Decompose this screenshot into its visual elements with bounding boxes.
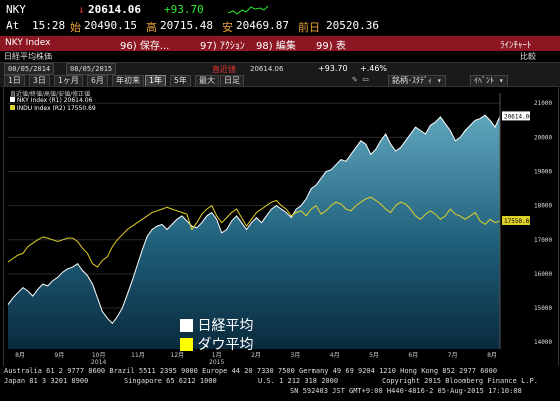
footer-line1: Australia 61 2 9777 8600 Brazil 5511 239… [4,367,498,375]
y-tick-label: 18000 [534,203,552,210]
y-tick-label: 15000 [534,305,552,312]
x-tick-label: 6月 [408,352,418,359]
x-tick-label: 9月 [54,352,64,359]
footer: Australia 61 2 9777 8600 Brazil 5511 239… [0,366,560,401]
tab-strip: 日経平均株価 比較 [0,51,560,62]
chart-svg: 14000 15000 16000 17000 18000 19000 20000 21000… [7,93,552,366]
low-label: 安 [222,21,233,34]
footer-japan: Japan 81 3 3201 8900 [4,377,89,385]
low-value: 20469.87 [236,19,289,32]
price-chart[interactable]: 14000 15000 16000 17000 18000 19000 20000 21000… [3,86,559,368]
period-selector: 1日 3日 1ヶ月 6月 年初来 1年 5年 最大 日足 [4,75,264,87]
draw-tools-icon[interactable]: ✎ ▭ [352,75,368,85]
save-button[interactable]: 96) 保存... [120,37,169,52]
x-tick-label: 7月 [448,352,458,359]
table-menu[interactable]: 99) 表 [316,37,346,52]
y-tick-label: 21000 [534,100,552,107]
y-tick-label: 14000 [534,339,552,346]
price-change: +93.70 [164,3,204,16]
latest-label: 直近値 [212,65,236,74]
toolbar-change: +93.70 [318,64,348,73]
line-chart-label[interactable]: ﾗｲﾝﾁｬｰﾄ [500,38,532,51]
footer-session: SN 592403 JST GMT+9:00 H440-4816-2 05-Au… [290,387,522,395]
action-bar: NKY Index 96) 保存... 97) ｱｸｼｮﾝ 98) 編集 99)… [0,36,560,52]
sparkline-icon [228,5,268,15]
legend-indu: INDU Index (R2) 17550.69 [10,105,96,112]
open-label: 始 [70,21,81,34]
x-tick-label: 8月 [487,352,497,359]
x-tick-label: 11月 [131,352,145,359]
high-label: 高 [146,21,157,34]
last-value-text: 20614.06 [504,113,533,120]
legend-dow-avg: ダウ平均 [180,334,253,354]
y-tick-label: 17000 [534,237,552,244]
legend-swatch-white [180,319,193,332]
legend-nikkei-avg: 日経平均 [180,315,253,335]
date-from-field[interactable]: 08/05/2014 [4,63,55,75]
down-arrow-icon: ↓ [78,3,85,16]
prev-close-value: 20520.36 [326,19,379,32]
nky-area [8,115,500,349]
y-tick-label: 16000 [534,271,552,278]
x-tick-label: 3月 [290,352,300,359]
x-tick-label: 5月 [369,352,379,359]
high-value: 20715.48 [160,19,213,32]
latest-value: 20614.06 [250,65,284,73]
open-value: 20490.15 [84,19,137,32]
footer-copyright: Copyright 2015 Bloomberg Finance L.P. [382,377,538,385]
y-tick-label: 20000 [534,134,552,141]
edit-menu[interactable]: 98) 編集 [256,37,296,52]
y-tick-label: 19000 [534,169,552,176]
footer-us: U.S. 1 212 318 2000 [258,377,339,385]
chart-toolbar: 08/05/2014 08/05/2015 直近値 20614.06 +93.7… [0,62,560,87]
last-price: 20614.06 [88,3,141,16]
time-label: At [6,19,20,32]
compare-button[interactable]: 比較 [520,51,536,62]
x-tick-year: 2015 [209,359,224,366]
x-tick-label: 4月 [330,352,340,359]
x-tick-year: 2014 [91,359,106,366]
legend-nky: NKY Index (R1) 20614.06 [10,97,92,104]
prev-close-label: 前日 [298,21,320,34]
date-to-field[interactable]: 08/05/2015 [66,63,117,75]
index-name[interactable]: NKY Index [5,38,50,48]
legend-swatch-yellow [180,338,193,351]
toolbar-change-pct: +.46% [360,64,388,73]
ticker-label: NKY [6,3,26,16]
x-tick-label: 10月 [92,352,106,359]
actions-menu[interactable]: 97) ｱｸｼｮﾝ [200,37,245,52]
tab-nikkei[interactable]: 日経平均株価 [4,51,52,62]
x-tick-label: 8月 [15,352,25,359]
footer-singapore: Singapore 65 6212 1000 [124,377,217,385]
last-value-text: 17550.69 [504,218,533,225]
quote-header: NKY ↓ 20614.06 +93.70 At 15:28 始 20490.1… [0,0,560,36]
quote-time: 15:28 [32,19,66,32]
